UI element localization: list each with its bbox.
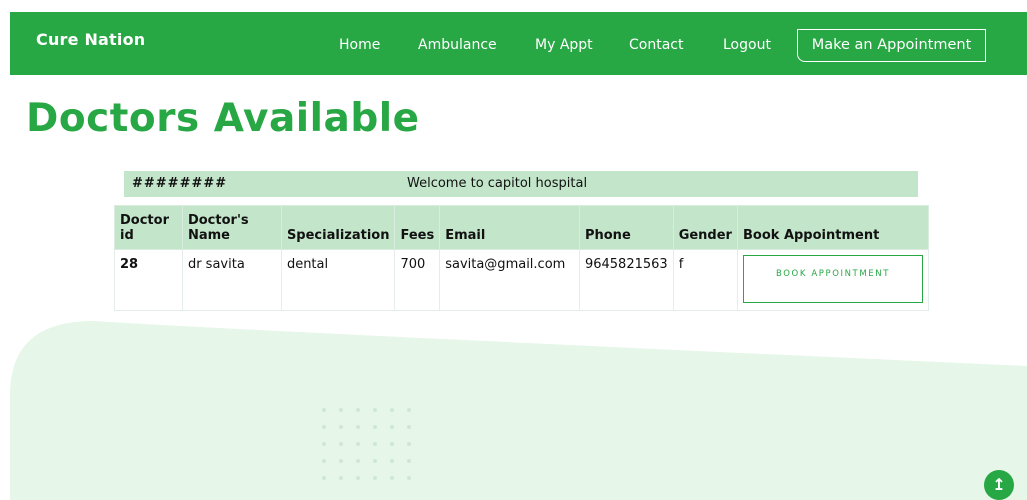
cell-specialization: dental bbox=[280, 249, 396, 311]
cell-fees: 700 bbox=[394, 249, 441, 311]
brand-logo[interactable]: Cure Nation bbox=[36, 30, 145, 49]
cell-email: savita@gmail.com bbox=[439, 249, 580, 311]
header-doctor-id: Doctor id bbox=[114, 205, 183, 250]
welcome-bar: ######## Welcome to capitol hospital bbox=[124, 171, 918, 197]
header-email: Email bbox=[439, 205, 580, 250]
arrow-up-icon: ↥ bbox=[992, 475, 1006, 494]
cell-doctor-id: 28 bbox=[114, 249, 183, 311]
table-row: 28 dr savita dental 700 savita@gmail.com… bbox=[114, 249, 929, 311]
table-header-row: Doctor id Doctor's Name Specialization F… bbox=[114, 205, 929, 250]
nav-link-contact[interactable]: Contact bbox=[629, 37, 683, 53]
header-book-appointment: Book Appointment bbox=[737, 205, 929, 250]
header-gender: Gender bbox=[672, 205, 739, 250]
nav-link-my-appt[interactable]: My Appt bbox=[535, 37, 593, 53]
navbar: Cure Nation Home Ambulance My Appt Conta… bbox=[10, 12, 1027, 75]
doctors-table: Doctor id Doctor's Name Specialization F… bbox=[114, 205, 929, 311]
header-fees: Fees bbox=[394, 205, 441, 250]
scroll-to-top-button[interactable]: ↥ bbox=[984, 470, 1014, 500]
cell-book-appointment: BOOK APPOINTMENT bbox=[737, 249, 929, 311]
header-phone: Phone bbox=[578, 205, 674, 250]
book-appointment-button[interactable]: BOOK APPOINTMENT bbox=[743, 255, 923, 303]
decorative-dot-grid bbox=[322, 408, 424, 493]
cell-doctor-name: dr savita bbox=[181, 249, 282, 311]
welcome-hashes: ######## bbox=[132, 176, 228, 191]
page-title: Doctors Available bbox=[26, 96, 420, 141]
header-specialization: Specialization bbox=[280, 205, 396, 250]
cell-gender: f bbox=[672, 249, 739, 311]
cell-phone: 9645821563 bbox=[578, 249, 674, 311]
welcome-text: Welcome to capitol hospital bbox=[407, 176, 588, 191]
nav-link-home[interactable]: Home bbox=[339, 37, 380, 53]
header-doctor-name: Doctor's Name bbox=[181, 205, 282, 250]
make-appointment-button[interactable]: Make an Appointment bbox=[797, 29, 986, 62]
nav-link-logout[interactable]: Logout bbox=[723, 37, 771, 53]
nav-link-ambulance[interactable]: Ambulance bbox=[418, 37, 497, 53]
